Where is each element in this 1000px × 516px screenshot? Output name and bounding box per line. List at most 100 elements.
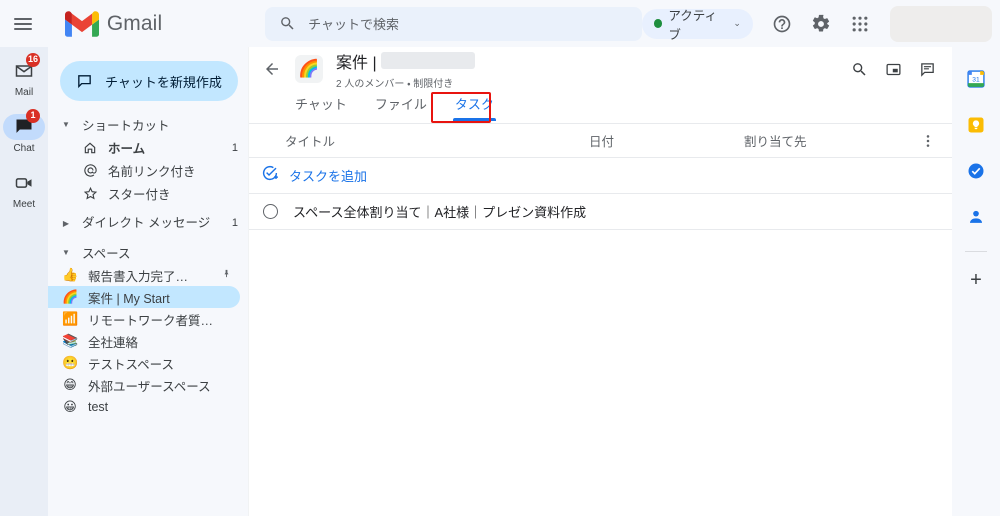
sidebar-item-starred[interactable]: スター付き [48, 182, 248, 205]
chat-bubble-icon[interactable] [912, 54, 942, 84]
rail-label-meet: Meet [12, 199, 36, 210]
new-chat-button[interactable]: チャットを新規作成 [60, 61, 238, 101]
help-circle-icon[interactable] [765, 6, 800, 42]
sidebar-space-label: 報告書入力完了… [88, 269, 189, 284]
space-tabs: チャット ファイル タスク [249, 91, 952, 124]
search-icon [281, 17, 294, 30]
gear-icon[interactable] [804, 6, 839, 42]
space-header-actions [844, 54, 942, 84]
avatar[interactable] [889, 5, 993, 42]
tab-tasks[interactable]: タスク [441, 91, 508, 123]
calendar-app-icon[interactable]: 31 [958, 61, 994, 97]
sidebar-label-starred: スター付き [108, 188, 171, 202]
column-header-date: 日付 [589, 135, 615, 149]
books-icon: 📚 [62, 333, 79, 348]
sidebar-space-item[interactable]: 📶 リモートワーク者質… [48, 308, 240, 330]
sidebar-item-mentions[interactable]: 名前リンク付き [48, 159, 248, 182]
tasks-app-icon[interactable] [958, 153, 994, 189]
hamburger-menu-icon[interactable] [0, 0, 47, 47]
caret-right-icon: ▶ [62, 218, 70, 228]
page-title: 案件 | [336, 54, 377, 72]
task-complete-checkbox[interactable] [263, 204, 278, 219]
sidebar-spaces-list: 👍 報告書入力完了… 🌈 案件 | My Start 📶 リモートワーク者質… … [48, 264, 248, 418]
sidebar-label-mentions: 名前リンク付き [108, 165, 196, 179]
sidebar-space-item[interactable]: 📚 全社連絡 [48, 330, 240, 352]
space-title-block: 案件 | 2 人のメンバー ・ 制限付き [336, 49, 475, 90]
star-icon [82, 186, 98, 201]
sidebar-space-label: 全社連絡 [88, 335, 139, 350]
search-placeholder: チャットで検索 [308, 17, 399, 32]
add-task-button[interactable]: タスクを追加 [249, 158, 952, 193]
mail-icon: 16 [3, 53, 45, 84]
space-avatar-icon: 🌈 [295, 55, 323, 83]
new-chat-icon [78, 74, 91, 88]
top-bar: Gmail チャットで検索 アクティブ ⌄ [0, 0, 1000, 47]
add-app-label: + [970, 268, 982, 291]
sidebar-nav: ▼ ショートカット ホーム 1 名前リンク付き スター付き ▶ ダイレクト メッ… [48, 113, 248, 264]
sidebar-space-label: リモートワーク者質… [88, 313, 214, 328]
rail-label-chat: Chat [13, 143, 35, 154]
gmail-brand[interactable]: Gmail [64, 10, 221, 37]
sidebar-space-item[interactable]: 😀 test [48, 396, 240, 418]
sidebar-space-label: 外部ユーザースペース [88, 379, 211, 394]
tab-chat-label: チャット [295, 97, 347, 112]
arrow-left-icon[interactable] [257, 54, 287, 84]
task-title: スペース全体割り当て｜A社様｜プレゼン資料作成 [293, 205, 587, 220]
sidebar-count-direct-messages: 1 [231, 217, 238, 229]
tab-chat[interactable]: チャット [281, 91, 361, 123]
pin-icon [221, 268, 232, 282]
meet-camera-icon [3, 170, 45, 196]
sidebar-space-item[interactable]: 😁 外部ユーザースペース [48, 374, 240, 396]
sidebar-label-spaces: スペース [82, 247, 131, 261]
caret-down-icon: ▼ [62, 248, 70, 257]
rail-item-mail[interactable]: 16 Mail [0, 53, 48, 108]
tab-files-label: ファイル [374, 97, 427, 112]
sidebar-space-label: 案件 | My Start [88, 291, 170, 306]
keep-app-icon[interactable] [958, 107, 994, 143]
mail-badge: 16 [25, 53, 40, 67]
thumbs-up-icon: 👍 [62, 267, 79, 282]
sidebar-label-direct-messages: ダイレクト メッセージ [82, 215, 211, 230]
beaming-face-icon: 😁 [63, 377, 77, 392]
sidebar-space-item[interactable]: 👍 報告書入力完了… [48, 264, 240, 286]
status-dot-icon [653, 19, 663, 28]
left-rail: 16 Mail 1 Chat Meet [0, 47, 48, 516]
column-header-title: タイトル [285, 135, 336, 149]
at-mention-icon [82, 163, 98, 178]
gmail-logo-icon [64, 10, 99, 37]
table-row[interactable]: スペース全体割り当て｜A社様｜プレゼン資料作成 [249, 194, 952, 230]
more-vert-icon[interactable] [914, 133, 942, 149]
sidebar-label-home: ホーム [108, 142, 146, 156]
rail-label-mail: Mail [14, 87, 34, 98]
app-body: 16 Mail 1 Chat Meet チャットを新規作成 ▼ ショートカット … [0, 47, 1000, 516]
grinning-face-icon: 😀 [63, 399, 77, 414]
tab-tasks-label: タスク [454, 97, 494, 112]
brand-name: Gmail [106, 11, 163, 35]
main-panel: 🌈 案件 | 2 人のメンバー ・ 制限付き チャット ファイル タスク タイト… [248, 47, 952, 516]
add-task-label: タスクを追加 [289, 169, 368, 184]
space-search-button[interactable] [844, 54, 874, 84]
apps-grid-icon[interactable] [843, 6, 878, 42]
sidebar-space-item[interactable]: 😬 テストスペース [48, 352, 240, 374]
add-task-icon [261, 164, 279, 187]
status-label: アクティブ [668, 8, 718, 42]
search-input[interactable]: チャットで検索 [265, 6, 642, 41]
grimacing-face-icon: 😬 [62, 355, 79, 370]
picture-in-picture-icon[interactable] [878, 54, 908, 84]
sidebar-section-shortcuts[interactable]: ▼ ショートカット [48, 113, 248, 136]
sidebar: チャットを新規作成 ▼ ショートカット ホーム 1 名前リンク付き スター付き … [48, 47, 248, 516]
sidebar-item-home[interactable]: ホーム 1 [48, 136, 248, 159]
sidebar-section-spaces[interactable]: ▼ スペース [48, 241, 248, 264]
sidebar-section-direct-messages[interactable]: ▶ ダイレクト メッセージ 1 [48, 205, 248, 241]
wifi-icon: 📶 [62, 311, 79, 326]
tab-files[interactable]: ファイル [361, 91, 441, 123]
sidebar-label-shortcuts: ショートカット [82, 119, 170, 133]
tasks-list: スペース全体割り当て｜A社様｜プレゼン資料作成 [249, 193, 952, 230]
rail-item-chat[interactable]: 1 Chat [0, 109, 48, 164]
sidebar-space-label: テストスペース [88, 357, 175, 372]
contacts-app-icon[interactable] [958, 199, 994, 235]
status-chip[interactable]: アクティブ ⌄ [641, 8, 753, 42]
rail-item-meet[interactable]: Meet [0, 170, 48, 220]
sidebar-space-item-selected[interactable]: 🌈 案件 | My Start [48, 286, 240, 308]
add-app-icon[interactable]: + [958, 262, 994, 298]
